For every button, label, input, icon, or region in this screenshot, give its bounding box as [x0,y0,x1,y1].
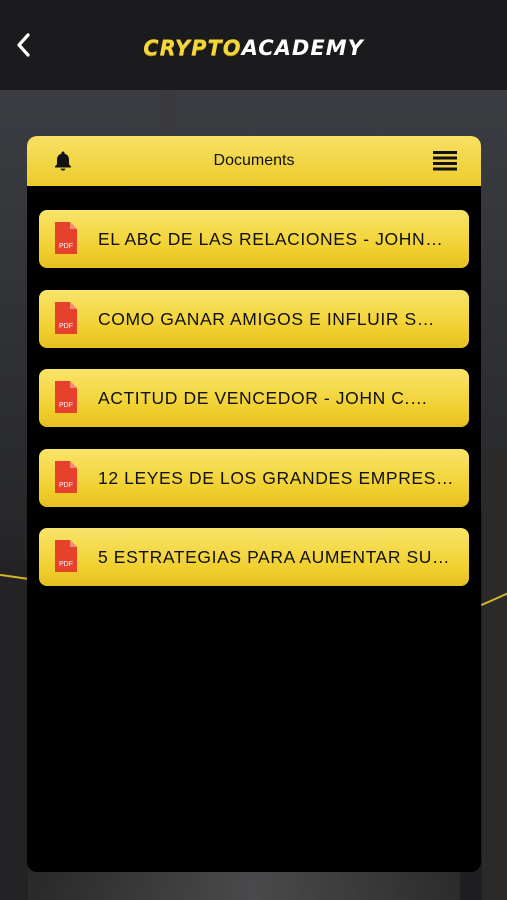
pdf-file-icon: PDF [55,222,77,254]
svg-text:PDF: PDF [59,243,73,250]
document-title: 12 LEYES DE LOS GRANDES EMPRES… [98,467,455,488]
document-item-4[interactable]: PDF 12 LEYES DE LOS GRANDES EMPRES… [39,448,469,507]
panel-header: Documents [27,136,481,186]
svg-text:PDF: PDF [59,402,73,409]
document-list: PDF EL ABC DE LAS RELACIONES - JOHN… PDF… [39,210,469,608]
document-item-2[interactable]: PDF COMO GANAR AMIGOS E INFLUIR S… [39,289,469,348]
svg-text:PDF: PDF [59,323,73,330]
background-tower [0,560,28,900]
logo-crypto: CRYPTO [143,36,242,60]
panel-title: Documents [213,152,295,169]
app-logo: CRYPTOACADEMY [0,36,507,60]
bell-icon[interactable] [51,149,75,173]
document-title: 5 ESTRATEGIAS PARA AUMENTAR SU… [98,547,451,567]
document-title: EL ABC DE LAS RELACIONES - JOHN… [98,229,444,249]
logo-academy: ACADEMY [241,36,364,60]
background-tower [160,90,176,140]
pdf-file-icon: PDF [55,540,77,572]
top-bar: CRYPTOACADEMY [0,0,507,90]
document-item-5[interactable]: PDF 5 ESTRATEGIAS PARA AUMENTAR SU… [39,528,469,586]
pdf-file-icon: PDF [55,460,77,493]
document-title: ACTITUD DE VENCEDOR - JOHN C.… [98,388,429,408]
document-item-1[interactable]: PDF EL ABC DE LAS RELACIONES - JOHN… [39,210,469,268]
list-menu-icon[interactable] [433,151,457,171]
svg-text:PDF: PDF [59,482,73,489]
svg-text:PDF: PDF [59,561,73,568]
pdf-file-icon: PDF [55,381,77,413]
document-title: COMO GANAR AMIGOS E INFLUIR S… [98,308,435,329]
pdf-file-icon: PDF [55,301,77,334]
document-item-3[interactable]: PDF ACTITUD DE VENCEDOR - JOHN C.… [39,369,469,427]
background-tower [480,450,507,900]
documents-panel: Documents PDF EL ABC DE LAS RELACIONES -… [27,136,481,872]
